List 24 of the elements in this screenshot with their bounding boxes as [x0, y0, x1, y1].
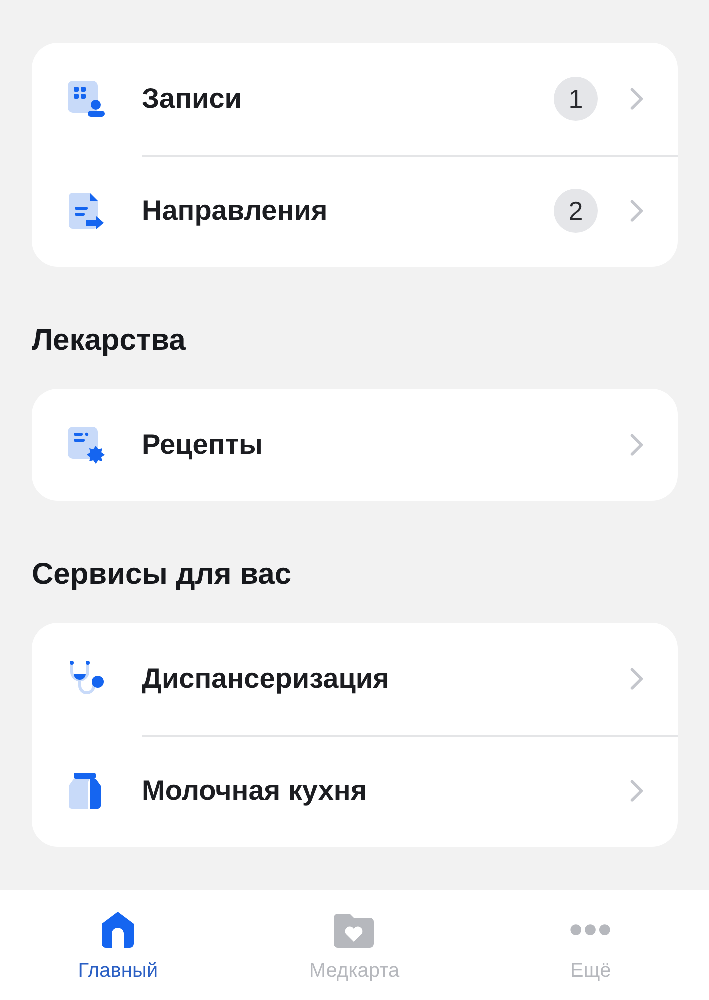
- more-icon: [570, 924, 612, 936]
- count-badge: 1: [554, 77, 598, 121]
- menu-item[interactable]: Записи 1: [32, 43, 678, 155]
- calendar-person-icon: [66, 79, 106, 119]
- count-badge: 2: [554, 189, 598, 233]
- menu-item-label: Диспансеризация: [142, 663, 390, 695]
- section-heading: Лекарства: [32, 323, 187, 359]
- section-heading: Сервисы для вас: [32, 557, 293, 593]
- menu-item-label: Молочная кухня: [142, 775, 368, 807]
- document-arrow-icon: [66, 191, 106, 231]
- menu-item[interactable]: Молочная кухня: [32, 735, 678, 847]
- menu-item-label: Направления: [142, 195, 329, 227]
- chevron-right-icon: [630, 433, 644, 457]
- menu-item-label: Рецепты: [142, 429, 264, 461]
- nav-tab[interactable]: Главный: [0, 890, 236, 1000]
- menu-item[interactable]: Диспансеризация: [32, 623, 678, 735]
- menu-item[interactable]: Рецепты: [32, 389, 678, 501]
- menu-item-label: Записи: [142, 83, 244, 115]
- chevron-right-icon: [630, 779, 644, 803]
- document-badge-icon: [66, 425, 106, 465]
- menu-item[interactable]: Направления 2: [32, 155, 678, 267]
- chevron-right-icon: [630, 199, 644, 223]
- chevron-right-icon: [630, 667, 644, 691]
- chevron-right-icon: [630, 87, 644, 111]
